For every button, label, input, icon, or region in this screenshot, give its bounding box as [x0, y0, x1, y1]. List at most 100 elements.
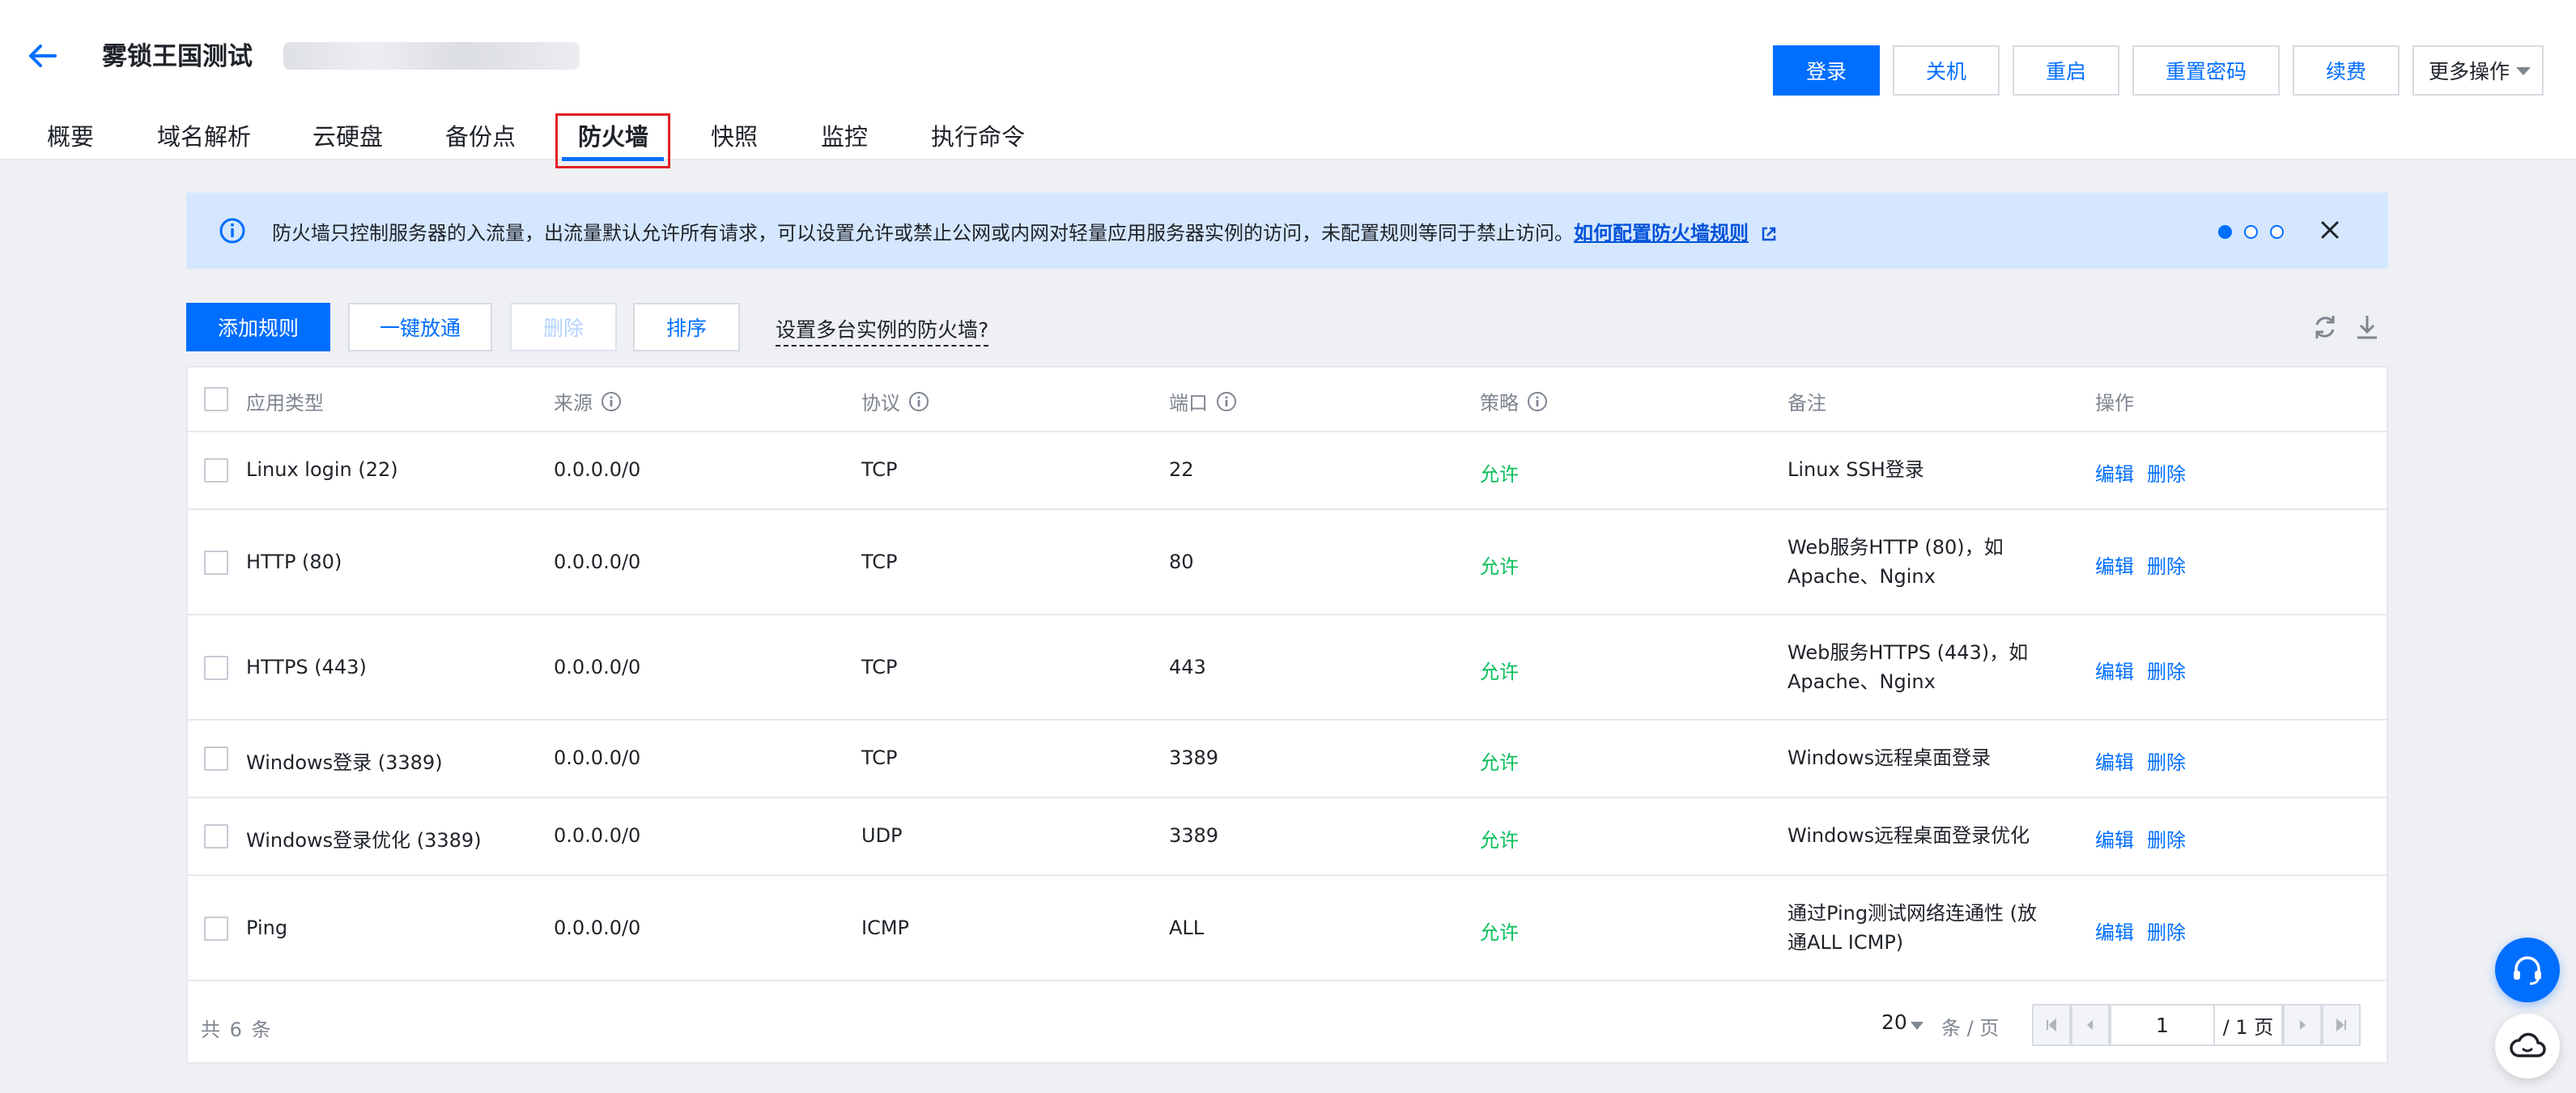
download-icon[interactable]	[2351, 311, 2383, 343]
total-count: 共 6 条	[201, 1019, 271, 1041]
caret-down-icon[interactable]	[1911, 1022, 1923, 1030]
external-link-icon[interactable]	[1760, 225, 1778, 243]
delete-link[interactable]: 删除	[2147, 551, 2186, 579]
notice-text: 防火墙只控制服务器的入流量，出流量默认允许所有请求，可以设置允许或禁止公网或内网…	[272, 217, 1778, 245]
tab-snapshot[interactable]: 快照	[711, 118, 758, 152]
cell-note: Web服务HTTPS (443)，如Apache、Nginx	[1787, 641, 2029, 693]
multi-instance-firewall-link[interactable]: 设置多台实例的防火墙?	[776, 314, 989, 347]
row-checkbox[interactable]	[204, 746, 228, 771]
customer-service-button[interactable]	[2495, 938, 2560, 1002]
cell-policy: 允许	[1480, 921, 1519, 944]
page-number-input[interactable]	[2110, 1004, 2215, 1046]
next-page-icon	[2300, 1020, 2306, 1030]
last-page-button[interactable]	[2322, 1004, 2361, 1046]
row-checkbox[interactable]	[204, 917, 228, 941]
cell-port: ALL	[1169, 917, 1205, 939]
last-page-icon	[2336, 1018, 2346, 1032]
delete-link[interactable]: 删除	[2147, 458, 2186, 487]
cell-app-type: HTTPS (443)	[246, 656, 367, 678]
more-actions-label: 更多操作	[2429, 60, 2510, 83]
allow-all-button[interactable]: 一键放通	[348, 303, 492, 351]
cell-policy: 允许	[1480, 829, 1519, 852]
row-checkbox[interactable]	[204, 551, 228, 575]
next-page-button[interactable]	[2283, 1004, 2322, 1046]
shutdown-button[interactable]: 关机	[1893, 45, 2000, 96]
cell-note: Windows远程桌面登录优化	[1787, 824, 2030, 847]
carousel-dot-3[interactable]	[2270, 225, 2284, 239]
tab-dns[interactable]: 域名解析	[157, 118, 251, 152]
cell-protocol: ICMP	[861, 917, 910, 939]
more-actions-dropdown[interactable]: 更多操作	[2412, 45, 2544, 96]
cell-note: Linux SSH登录	[1787, 458, 1924, 481]
policy-info-icon[interactable]	[1527, 391, 1548, 412]
select-all-checkbox[interactable]	[204, 387, 228, 411]
tab-backup[interactable]: 备份点	[445, 118, 516, 152]
tab-execute-command[interactable]: 执行命令	[931, 118, 1025, 152]
cell-policy: 允许	[1480, 661, 1519, 683]
per-page-label: 条 / 页	[1941, 1017, 2000, 1040]
refresh-icon[interactable]	[2309, 311, 2341, 343]
prev-page-button[interactable]	[2071, 1004, 2110, 1046]
reset-password-button[interactable]: 重置密码	[2132, 45, 2280, 96]
tab-cloud-disk[interactable]: 云硬盘	[312, 118, 383, 152]
restart-button[interactable]: 重启	[2013, 45, 2119, 96]
first-page-icon	[2047, 1018, 2056, 1032]
cell-protocol: TCP	[861, 458, 898, 481]
cloud-icon	[2510, 1032, 2546, 1057]
cell-source: 0.0.0.0/0	[554, 917, 641, 939]
table-row: Windows登录 (3389) 0.0.0.0/0 TCP 3389 允许 W…	[188, 721, 2387, 798]
cell-policy: 允许	[1480, 555, 1519, 578]
sort-button[interactable]: 排序	[633, 303, 740, 351]
cell-note: 通过Ping测试网络连通性 (放通ALL ICMP)	[1787, 902, 2038, 954]
header-source: 来源	[554, 387, 622, 415]
cloud-assistant-button[interactable]	[2495, 1014, 2560, 1078]
table-footer: 共 6 条 20 条 / 页 / 1 页	[188, 989, 2387, 1062]
back-arrow-icon[interactable]	[24, 37, 62, 74]
edit-link[interactable]: 编辑	[2095, 656, 2134, 684]
firewall-help-link[interactable]: 如何配置防火墙规则	[1574, 222, 1749, 245]
cell-port: 22	[1169, 458, 1194, 481]
port-info-icon[interactable]	[1216, 391, 1237, 412]
protocol-info-icon[interactable]	[908, 391, 929, 412]
edit-link[interactable]: 编辑	[2095, 824, 2134, 853]
row-checkbox[interactable]	[204, 458, 228, 483]
source-info-icon[interactable]	[601, 391, 622, 412]
cell-app-type: Ping	[246, 917, 288, 939]
table-row: HTTP (80) 0.0.0.0/0 TCP 80 允许 Web服务HTTP …	[188, 510, 2387, 615]
close-icon[interactable]	[2317, 217, 2343, 243]
delete-link[interactable]: 删除	[2147, 746, 2186, 775]
carousel-dot-1[interactable]	[2218, 225, 2232, 239]
cell-app-type: HTTP (80)	[246, 551, 342, 573]
edit-link[interactable]: 编辑	[2095, 917, 2134, 945]
table-row: Linux login (22) 0.0.0.0/0 TCP 22 允许 Lin…	[188, 432, 2387, 510]
header-app-type: 应用类型	[246, 392, 324, 415]
edit-link[interactable]: 编辑	[2095, 746, 2134, 775]
first-page-button[interactable]	[2032, 1004, 2071, 1046]
cell-app-type: Windows登录优化 (3389)	[246, 829, 482, 852]
add-rule-button[interactable]: 添加规则	[186, 303, 330, 351]
cell-app-type: Linux login (22)	[246, 458, 398, 481]
active-tab-highlight-box	[555, 113, 670, 168]
delete-link[interactable]: 删除	[2147, 917, 2186, 945]
cell-source: 0.0.0.0/0	[554, 824, 641, 847]
page-header: 雾锁王国测试 登录 关机 重启 重置密码 续费 更多操作 概要 域名解析 云硬盘…	[0, 0, 2576, 168]
cell-protocol: TCP	[861, 551, 898, 573]
info-icon	[219, 218, 245, 244]
header-protocol: 协议	[861, 387, 929, 415]
delete-link[interactable]: 删除	[2147, 656, 2186, 684]
page-size-select[interactable]: 20	[1881, 1010, 1907, 1034]
tab-monitor[interactable]: 监控	[821, 118, 868, 152]
row-checkbox[interactable]	[204, 824, 228, 848]
edit-link[interactable]: 编辑	[2095, 551, 2134, 579]
delete-link[interactable]: 删除	[2147, 824, 2186, 853]
delete-button[interactable]: 删除	[510, 303, 617, 351]
cell-port: 80	[1169, 551, 1194, 573]
row-checkbox[interactable]	[204, 656, 228, 680]
edit-link[interactable]: 编辑	[2095, 458, 2134, 487]
cell-protocol: TCP	[861, 746, 898, 769]
carousel-dot-2[interactable]	[2244, 225, 2258, 239]
renew-button[interactable]: 续费	[2293, 45, 2400, 96]
tab-overview[interactable]: 概要	[47, 118, 94, 152]
login-button[interactable]: 登录	[1773, 45, 1880, 96]
cell-source: 0.0.0.0/0	[554, 551, 641, 573]
